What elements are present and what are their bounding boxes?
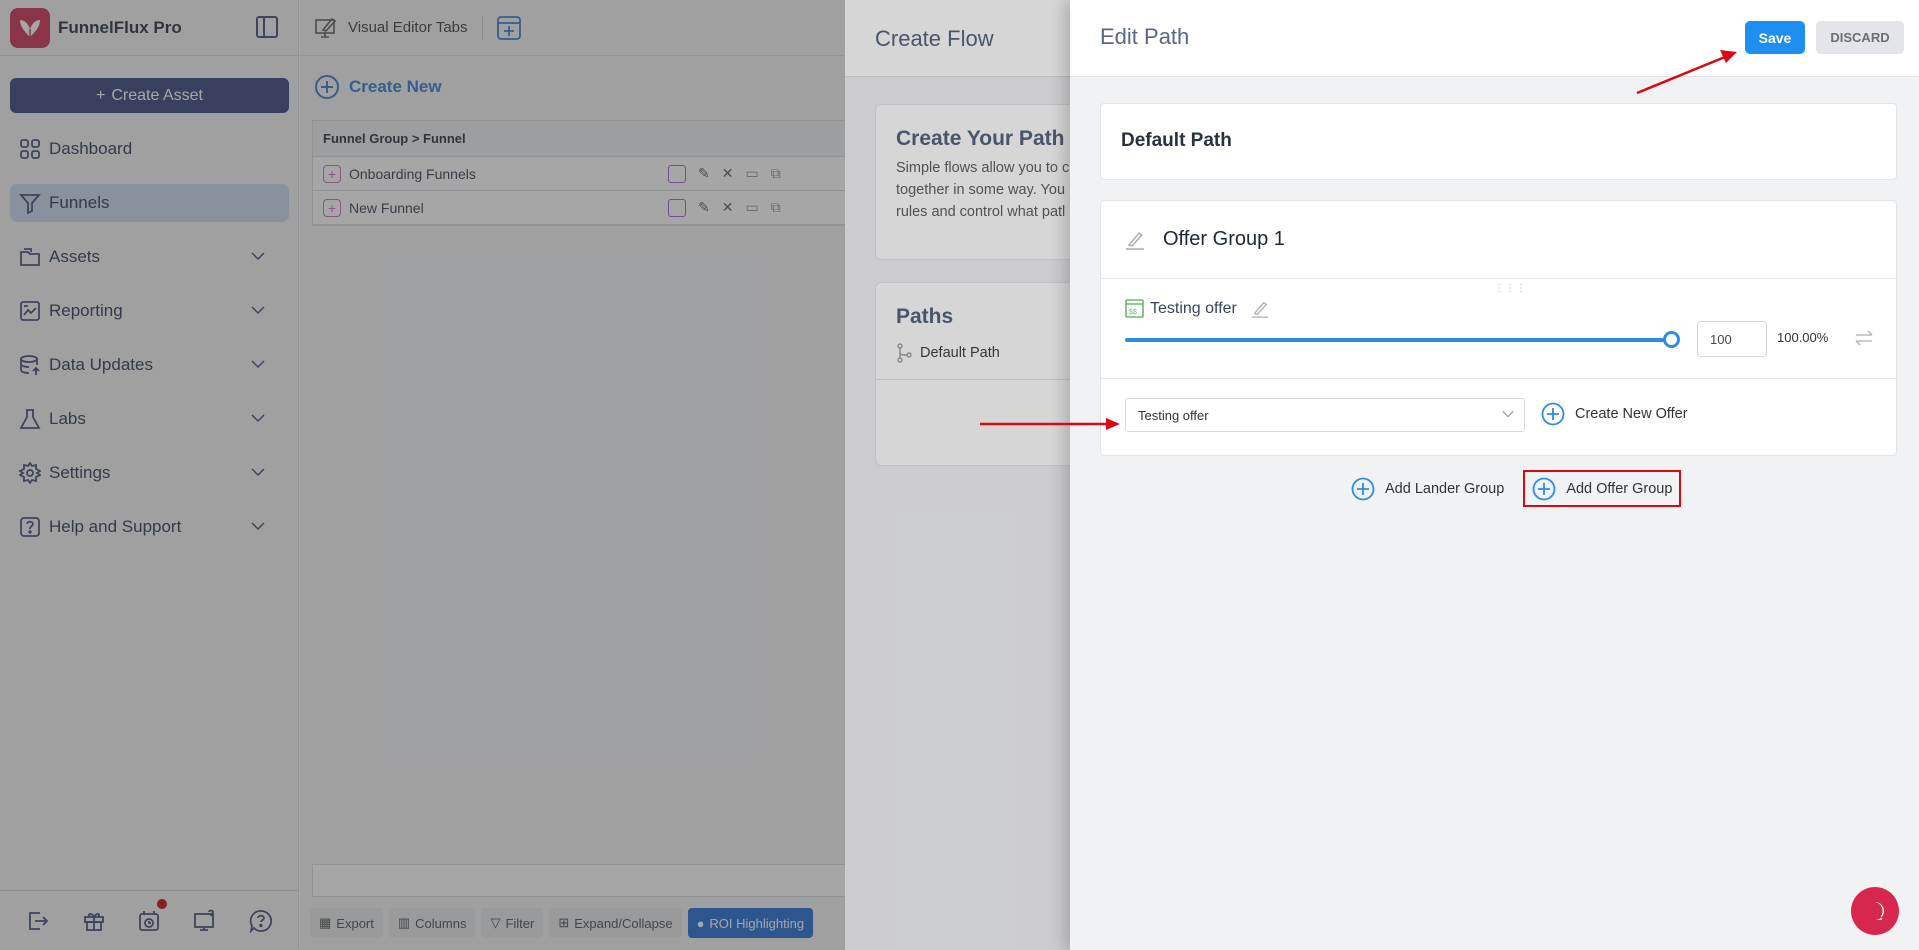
- add-offer-group-button[interactable]: Add Offer Group: [1523, 470, 1682, 507]
- offer-select[interactable]: Testing offer: [1125, 398, 1525, 432]
- path-name-card: Default Path: [1100, 103, 1897, 180]
- modal-backdrop[interactable]: [0, 0, 845, 950]
- offer-group-name: Offer Group 1: [1163, 228, 1285, 250]
- add-offer-group-label: Add Offer Group: [1566, 480, 1673, 497]
- plus-circle-icon: [1532, 477, 1556, 500]
- offer-name: Testing offer: [1150, 299, 1237, 317]
- edit-path-panel: Edit Path Save DISCARD Default Path Offe…: [1070, 0, 1919, 950]
- offer-select-row: Testing offer Create New Offer: [1101, 379, 1896, 453]
- add-lander-group-button[interactable]: Add Lander Group: [1344, 470, 1511, 507]
- app-root: FunnelFlux Pro + Create Asset Dashboard …: [0, 0, 1919, 950]
- weight-percent: 100.00%: [1777, 330, 1829, 345]
- slider-handle[interactable]: [1663, 331, 1680, 348]
- discard-button[interactable]: DISCARD: [1816, 21, 1904, 54]
- add-group-row: Add Lander Group Add Offer Group: [1344, 470, 1682, 507]
- offer-item: ⋮⋮⋮ $$ Testing offer 100 100.00%: [1101, 279, 1896, 379]
- svg-text:$$: $$: [1129, 309, 1137, 316]
- plus-circle-icon: [1541, 402, 1565, 426]
- create-new-offer-label: Create New Offer: [1575, 406, 1688, 422]
- create-flow-panel: Create Flow Create Your Path U Simple fl…: [845, 0, 1070, 950]
- swap-arrows-icon[interactable]: [1853, 329, 1875, 347]
- add-lander-group-label: Add Lander Group: [1385, 480, 1505, 497]
- edit-pencil-icon[interactable]: [1125, 230, 1145, 250]
- chevron-down-icon: [1502, 411, 1514, 418]
- offer-weight-slider[interactable]: [1125, 338, 1671, 342]
- chat-bubble-icon: [1871, 902, 1884, 920]
- edit-pencil-icon[interactable]: [1251, 300, 1269, 318]
- create-new-offer-button[interactable]: Create New Offer: [1541, 402, 1688, 426]
- drag-handle-icon[interactable]: ⋮⋮⋮: [1494, 283, 1527, 294]
- path-name-title: Default Path: [1121, 130, 1232, 151]
- panel-shade: [845, 0, 1070, 950]
- offer-select-value: Testing offer: [1138, 408, 1209, 423]
- chat-widget-button[interactable]: [1851, 887, 1899, 935]
- offer-money-icon: $$: [1125, 299, 1144, 318]
- edit-path-title: Edit Path: [1100, 24, 1190, 49]
- offer-group-header: Offer Group 1: [1101, 201, 1896, 279]
- edit-path-header: Edit Path Save DISCARD: [1070, 0, 1919, 77]
- save-button[interactable]: Save: [1745, 21, 1805, 54]
- plus-circle-icon: [1351, 477, 1375, 500]
- offer-name-wrapper: $$ Testing offer: [1125, 299, 1269, 318]
- offer-group-card: Offer Group 1 ⋮⋮⋮ $$ Testing offer 100 1…: [1100, 200, 1897, 456]
- weight-input[interactable]: 100: [1697, 321, 1767, 357]
